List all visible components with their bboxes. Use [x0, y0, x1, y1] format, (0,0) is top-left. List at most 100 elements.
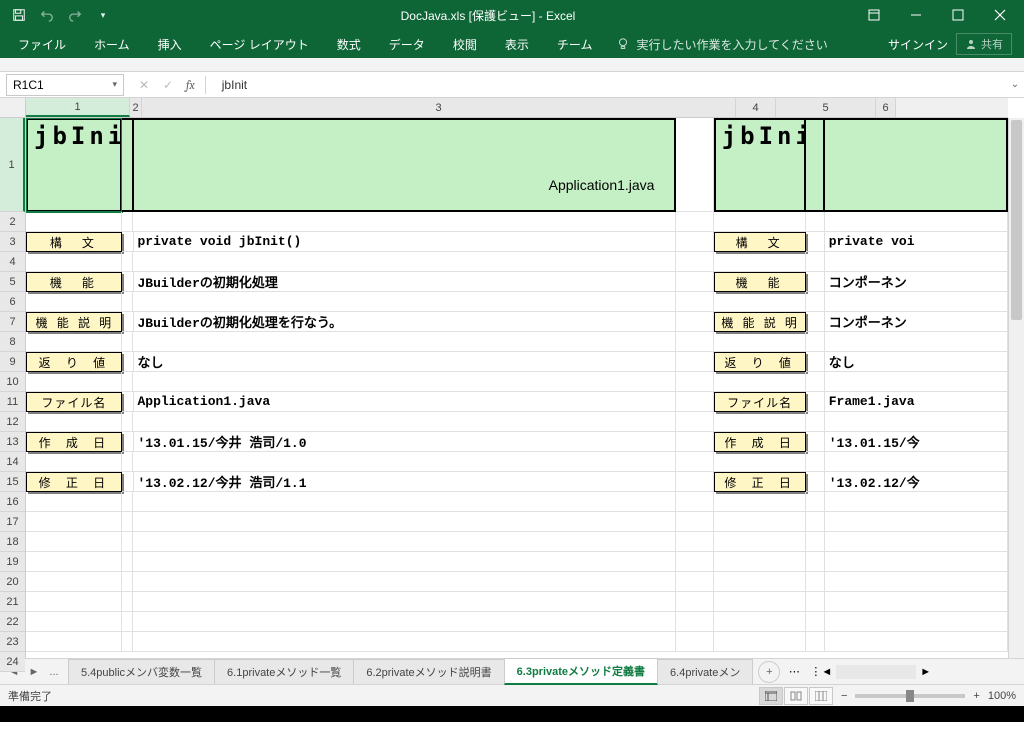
col-header-5[interactable]: 5: [776, 98, 876, 117]
cell[interactable]: [806, 292, 825, 312]
col-header-2[interactable]: 2: [130, 98, 142, 117]
cell[interactable]: [133, 332, 676, 352]
cell[interactable]: [676, 332, 713, 352]
tab-insert[interactable]: 挿入: [144, 30, 196, 58]
row-header[interactable]: 9: [0, 352, 25, 372]
row-header[interactable]: 6: [0, 292, 25, 312]
cell[interactable]: [133, 212, 676, 232]
cell[interactable]: [122, 412, 134, 432]
cell[interactable]: [825, 512, 1008, 532]
cell[interactable]: [133, 292, 676, 312]
zoom-level[interactable]: 100%: [988, 690, 1016, 702]
name-box[interactable]: R1C1 ▾: [6, 74, 124, 96]
cell[interactable]: [806, 332, 825, 352]
sheet-tab[interactable]: 6.4privateメン: [657, 659, 753, 684]
cell[interactable]: [26, 572, 122, 592]
cell[interactable]: [714, 492, 806, 512]
zoom-out-button[interactable]: −: [841, 690, 847, 702]
cell[interactable]: [825, 592, 1008, 612]
cell[interactable]: [825, 252, 1008, 272]
hscroll-left-button[interactable]: ◄: [821, 666, 832, 678]
sheet-tab[interactable]: 6.2privateメソッド説明書: [353, 659, 504, 684]
label-filename[interactable]: ファイル名: [26, 392, 122, 412]
cell[interactable]: [122, 632, 134, 652]
cell[interactable]: [714, 532, 806, 552]
cell[interactable]: [676, 612, 713, 632]
cell-function-value[interactable]: JBuilderの初期化処理: [134, 272, 677, 292]
cell[interactable]: [26, 332, 122, 352]
formula-input[interactable]: jbInit: [212, 78, 1006, 92]
chevron-down-icon[interactable]: ▾: [112, 79, 117, 90]
cell[interactable]: [806, 532, 825, 552]
cell[interactable]: [676, 532, 713, 552]
row-header[interactable]: 24: [0, 652, 25, 672]
normal-view-button[interactable]: [759, 687, 783, 705]
cell[interactable]: [676, 232, 713, 252]
col-header-3[interactable]: 3: [142, 98, 736, 117]
hscroll-right-button[interactable]: ►: [920, 666, 931, 678]
cell[interactable]: [26, 612, 122, 632]
row-header[interactable]: 8: [0, 332, 25, 352]
horizontal-scrollbar[interactable]: [836, 665, 916, 679]
cell[interactable]: [122, 272, 134, 292]
cell[interactable]: Frame1.java: [825, 392, 1008, 412]
tab-scroll-right-button[interactable]: ►: [26, 666, 42, 678]
row-header[interactable]: 22: [0, 612, 25, 632]
cell[interactable]: [26, 412, 122, 432]
cell[interactable]: [825, 412, 1008, 432]
cell[interactable]: [825, 492, 1008, 512]
row-header[interactable]: 19: [0, 552, 25, 572]
cell-return-value[interactable]: なし: [134, 352, 677, 372]
cell[interactable]: [122, 292, 134, 312]
label-syntax[interactable]: 構 文: [714, 232, 806, 252]
cell[interactable]: [26, 552, 122, 572]
label-return[interactable]: 返 り 値: [714, 352, 806, 372]
col-header-4[interactable]: 4: [736, 98, 776, 117]
cell[interactable]: [806, 392, 825, 412]
cell[interactable]: [122, 532, 134, 552]
cell[interactable]: [133, 612, 676, 632]
tab-home[interactable]: ホーム: [80, 30, 144, 58]
label-modified[interactable]: 修 正 日: [26, 472, 122, 492]
tab-more-dots[interactable]: ⋯: [786, 665, 802, 678]
label-function[interactable]: 機 能: [714, 272, 806, 292]
cell[interactable]: [133, 252, 676, 272]
cell[interactable]: [806, 552, 825, 572]
row-header[interactable]: 1: [0, 118, 25, 212]
row-header[interactable]: 5: [0, 272, 25, 292]
tab-pagelayout[interactable]: ページ レイアウト: [196, 30, 323, 58]
fx-icon[interactable]: fx: [186, 78, 195, 92]
cell[interactable]: [676, 632, 713, 652]
zoom-in-button[interactable]: +: [973, 690, 979, 702]
cell[interactable]: [806, 352, 825, 372]
tell-me-search[interactable]: 実行したい作業を入力してください: [606, 36, 837, 53]
cell[interactable]: なし: [825, 352, 1008, 372]
cell[interactable]: [806, 212, 825, 232]
label-return[interactable]: 返 り 値: [26, 352, 122, 372]
cell[interactable]: [676, 352, 713, 372]
row-header[interactable]: 2: [0, 212, 25, 232]
row-header[interactable]: 10: [0, 372, 25, 392]
cell[interactable]: [806, 492, 825, 512]
cell[interactable]: [714, 412, 806, 432]
row-header[interactable]: 11: [0, 392, 25, 412]
cell[interactable]: [714, 372, 806, 392]
close-button[interactable]: [980, 1, 1020, 29]
row-header[interactable]: 20: [0, 572, 25, 592]
cell[interactable]: [122, 512, 134, 532]
cell-funcdesc-value[interactable]: JBuilderの初期化処理を行なう。: [134, 312, 677, 332]
row-header[interactable]: 16: [0, 492, 25, 512]
cell[interactable]: [806, 252, 825, 272]
cell[interactable]: [825, 612, 1008, 632]
cell[interactable]: [806, 232, 825, 252]
cell[interactable]: [133, 532, 676, 552]
cell[interactable]: [122, 572, 134, 592]
share-button[interactable]: 共有: [956, 33, 1012, 55]
zoom-handle[interactable]: [906, 690, 914, 702]
cell[interactable]: [806, 312, 825, 332]
save-button[interactable]: [6, 2, 32, 28]
qat-customize-icon[interactable]: ▾: [90, 2, 116, 28]
cell[interactable]: [676, 272, 713, 292]
cell[interactable]: [133, 592, 676, 612]
tab-data[interactable]: データ: [375, 30, 439, 58]
